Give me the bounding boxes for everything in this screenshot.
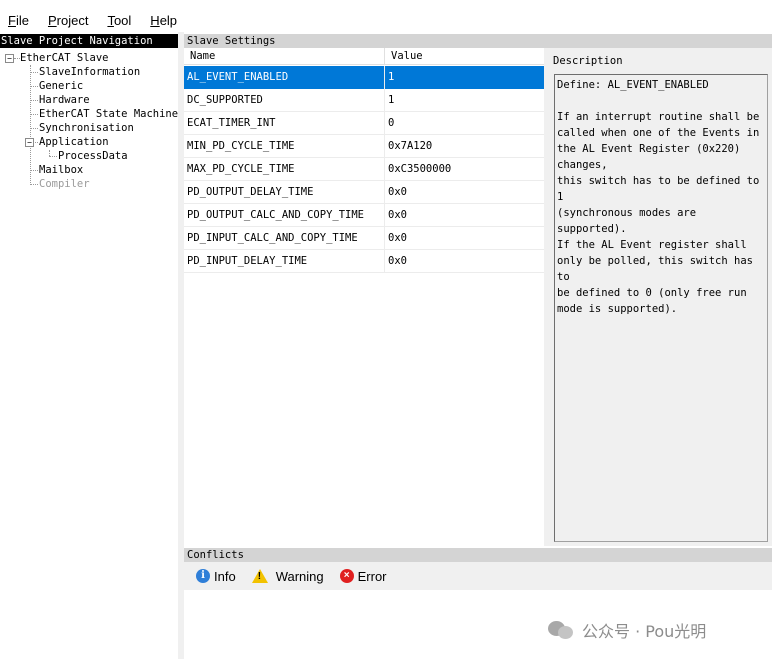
menu-project[interactable]: Project <box>40 13 95 28</box>
description-text: Define: AL_EVENT_ENABLED If an interrupt… <box>554 74 768 542</box>
slave-settings-title: Slave Settings <box>184 34 772 48</box>
warning-filter-label: Warning <box>275 568 324 584</box>
setting-name: PD_INPUT_DELAY_TIME <box>184 250 385 273</box>
tree-connector <box>30 100 38 101</box>
info-icon: i <box>196 569 210 583</box>
setting-name: PD_OUTPUT_CALC_AND_COPY_TIME <box>184 204 385 227</box>
table-row[interactable]: PD_INPUT_DELAY_TIME 0x0 <box>184 250 544 273</box>
table-row[interactable]: ECAT_TIMER_INT 0 <box>184 112 544 135</box>
tree-item-compiler: Compiler <box>39 178 90 190</box>
warning-icon: ! <box>251 569 268 583</box>
setting-value[interactable]: 0x0 <box>385 204 544 227</box>
tree-item-ethercat-slave[interactable]: EtherCAT Slave <box>20 51 109 65</box>
tree-connector <box>30 65 31 185</box>
watermark-text: 公众号 · Pou光明 <box>582 622 707 641</box>
setting-name: AL_EVENT_ENABLED <box>184 66 385 89</box>
tree-item-mailbox[interactable]: Mailbox <box>39 163 83 177</box>
setting-value[interactable]: 0 <box>385 112 544 135</box>
tree-connector <box>30 170 38 171</box>
grid-header: Name Value <box>184 48 544 65</box>
menu-file[interactable]: File <box>0 13 36 28</box>
setting-value[interactable]: 0x0 <box>385 250 544 273</box>
menu-help[interactable]: Help <box>142 13 184 28</box>
setting-value[interactable]: 0x0 <box>385 227 544 250</box>
tree-connector <box>49 156 57 157</box>
setting-name: DC_SUPPORTED <box>184 89 385 112</box>
error-filter-label: Error <box>357 568 387 584</box>
settings-grid: Name Value AL_EVENT_ENABLED 1 DC_SUPPORT… <box>184 48 544 546</box>
tree-item-application[interactable]: Application <box>39 135 109 149</box>
conflict-filter-bar: i Info ! Warning × Error <box>184 562 772 590</box>
conflicts-panel: i Info ! Warning × Error <box>184 562 772 659</box>
setting-name: MIN_PD_CYCLE_TIME <box>184 135 385 158</box>
table-row[interactable]: MIN_PD_CYCLE_TIME 0x7A120 <box>184 135 544 158</box>
info-filter-button[interactable]: i Info <box>196 569 236 584</box>
setting-value[interactable]: 1 <box>385 89 544 112</box>
collapse-toggle-icon[interactable]: − <box>25 138 34 147</box>
table-row[interactable]: AL_EVENT_ENABLED 1 <box>184 66 544 89</box>
tree-connector <box>30 184 38 185</box>
setting-name: ECAT_TIMER_INT <box>184 112 385 135</box>
tree-item-ethercat-state-machine[interactable]: EtherCAT State Machine <box>39 107 178 121</box>
tree-connector <box>30 86 38 87</box>
tree-item-slave-information[interactable]: SlaveInformation <box>39 65 140 79</box>
setting-name: MAX_PD_CYCLE_TIME <box>184 158 385 181</box>
setting-name: PD_INPUT_CALC_AND_COPY_TIME <box>184 227 385 250</box>
error-icon: × <box>339 569 354 583</box>
watermark: 公众号 · Pou光明 <box>548 618 706 642</box>
menu-tool[interactable]: Tool <box>99 13 138 28</box>
setting-value[interactable]: 1 <box>385 66 544 89</box>
wechat-logo-icon <box>548 619 574 641</box>
column-header-value[interactable]: Value <box>385 48 544 65</box>
table-row[interactable]: PD_OUTPUT_CALC_AND_COPY_TIME 0x0 <box>184 204 544 227</box>
table-row[interactable]: PD_INPUT_CALC_AND_COPY_TIME 0x0 <box>184 227 544 250</box>
setting-value[interactable]: 0x7A120 <box>385 135 544 158</box>
collapse-toggle-icon[interactable]: − <box>5 54 14 63</box>
menu-bar: File Project Tool Help <box>0 8 778 32</box>
tree-connector <box>30 114 38 115</box>
tree-item-hardware[interactable]: Hardware <box>39 93 90 107</box>
tree-item-synchronisation[interactable]: Synchronisation <box>39 121 134 135</box>
tree-connector <box>30 72 38 73</box>
navigation-tree-panel: − EtherCAT Slave SlaveInformation Generi… <box>0 48 178 659</box>
conflicts-title: Conflicts <box>184 548 772 562</box>
navigation-title: Slave Project Navigation <box>0 34 178 48</box>
warning-filter-button[interactable]: ! Warning <box>251 568 324 584</box>
slave-settings-panel: Name Value AL_EVENT_ENABLED 1 DC_SUPPORT… <box>184 48 772 546</box>
tree-item-generic[interactable]: Generic <box>39 79 83 93</box>
tree-connector <box>30 128 38 129</box>
table-row[interactable]: MAX_PD_CYCLE_TIME 0xC3500000 <box>184 158 544 181</box>
tree-connector <box>35 142 38 143</box>
table-row[interactable]: DC_SUPPORTED 1 <box>184 89 544 112</box>
table-row[interactable]: PD_OUTPUT_DELAY_TIME 0x0 <box>184 181 544 204</box>
tree-item-process-data[interactable]: ProcessData <box>58 149 128 163</box>
description-label: Description <box>553 55 623 67</box>
setting-value[interactable]: 0xC3500000 <box>385 158 544 181</box>
info-filter-label: Info <box>214 568 236 584</box>
setting-value[interactable]: 0x0 <box>385 181 544 204</box>
setting-name: PD_OUTPUT_DELAY_TIME <box>184 181 385 204</box>
error-filter-button[interactable]: × Error <box>339 568 387 584</box>
column-header-name[interactable]: Name <box>184 48 385 65</box>
